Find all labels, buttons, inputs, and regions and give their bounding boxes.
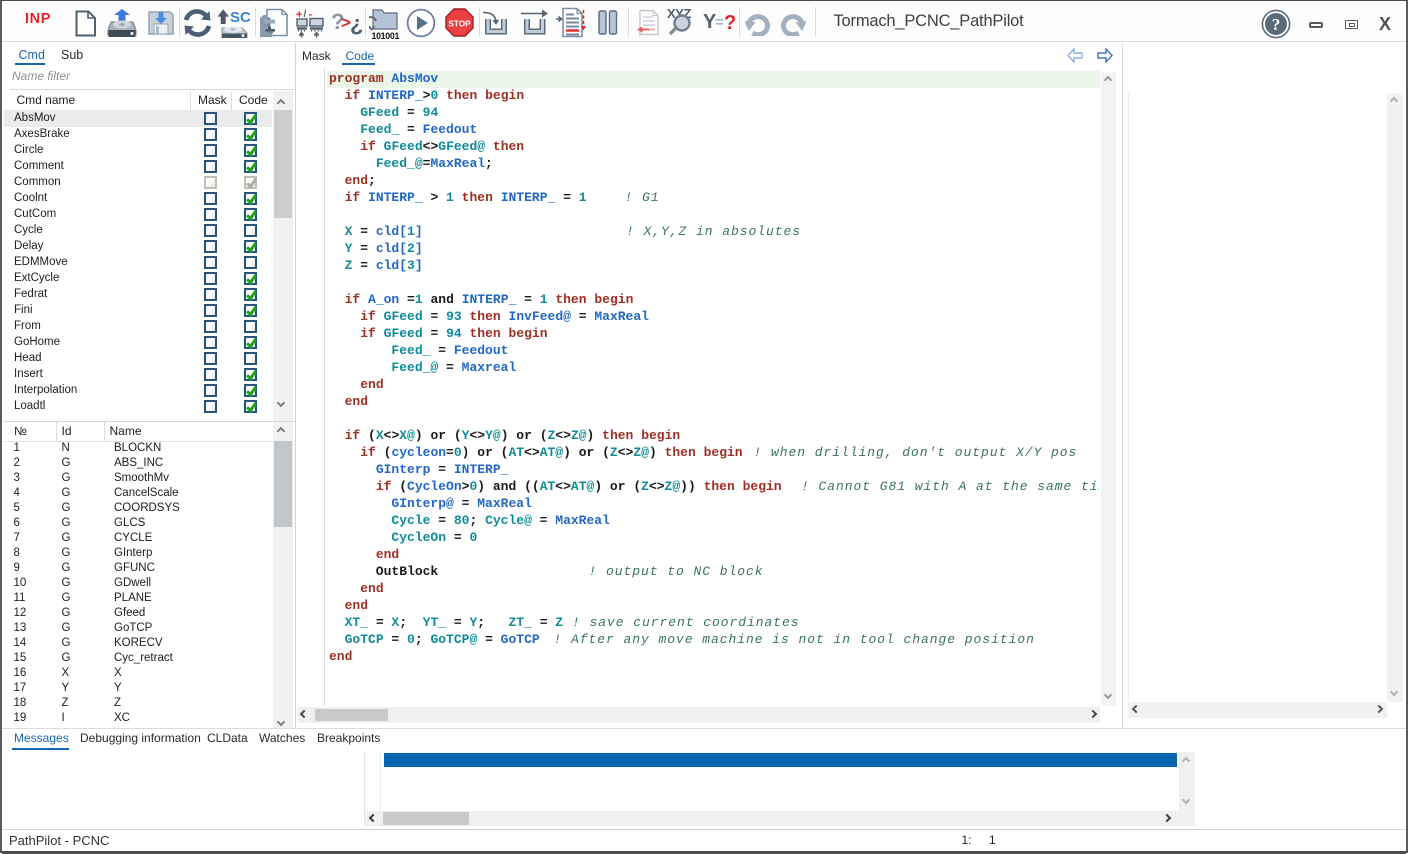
svg-text:101001: 101001 bbox=[372, 31, 400, 41]
svg-text:?: ? bbox=[724, 12, 736, 34]
svg-text:=: = bbox=[715, 14, 724, 31]
svg-text:¿: ¿ bbox=[350, 11, 363, 36]
svg-text:STOP: STOP bbox=[448, 20, 471, 29]
svg-text:?: ? bbox=[1272, 15, 1281, 34]
svg-text:SC: SC bbox=[230, 9, 250, 26]
